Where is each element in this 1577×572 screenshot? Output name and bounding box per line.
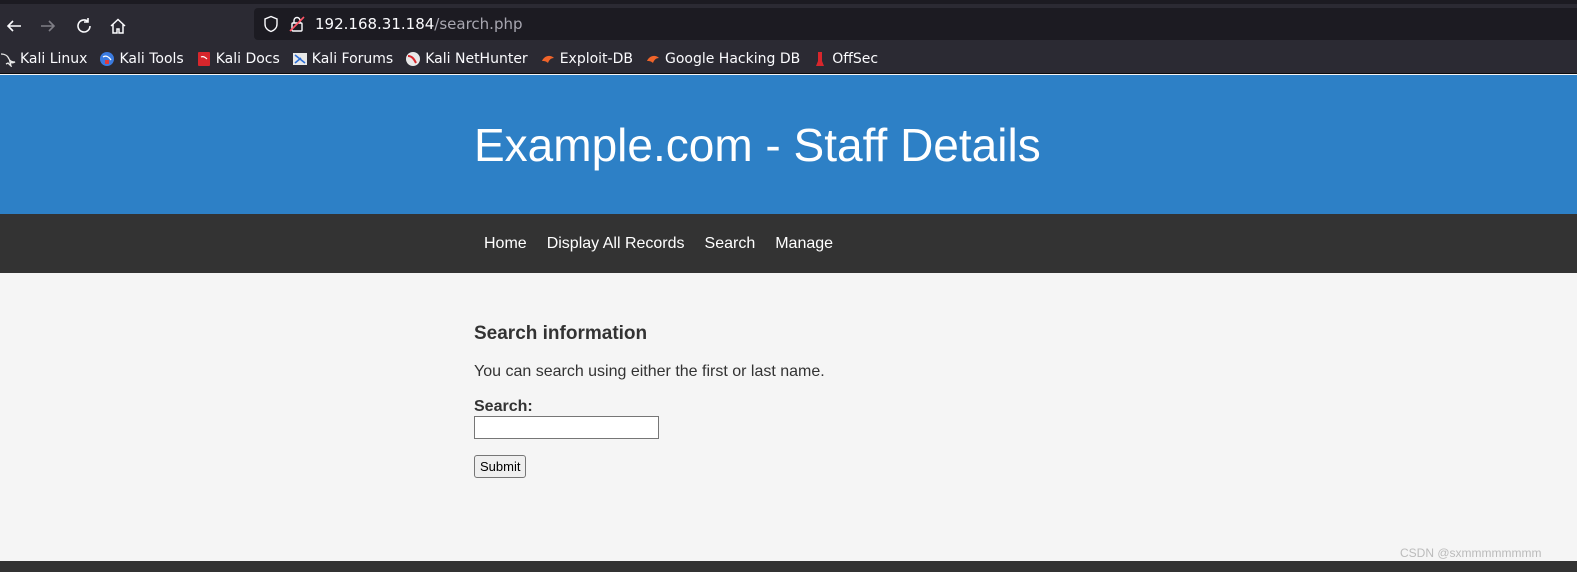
url-bar[interactable]: 192.168.31.184/search.php: [254, 8, 1577, 40]
forward-arrow-icon: [41, 20, 56, 32]
bookmark-offsec[interactable]: OffSec: [812, 51, 878, 67]
url-text[interactable]: 192.168.31.184/search.php: [315, 15, 523, 33]
exploit-db-icon: [540, 51, 556, 67]
section-heading: Search information: [474, 323, 648, 344]
kali-nethunter-icon: [405, 51, 421, 67]
nav-display-all-records[interactable]: Display All Records: [537, 235, 695, 253]
insecure-lock-icon[interactable]: [288, 15, 306, 33]
browser-toolbar: 192.168.31.184/search.php: [0, 0, 1577, 44]
kali-docs-icon: [196, 51, 212, 67]
ghdb-icon: [645, 51, 661, 67]
offsec-icon: [812, 51, 828, 67]
submit-button[interactable]: Submit: [474, 455, 527, 478]
search-intro: You can search using either the first or…: [474, 363, 825, 380]
search-input[interactable]: [474, 416, 659, 439]
nav-search[interactable]: Search: [695, 235, 766, 253]
back-button[interactable]: [0, 12, 28, 40]
bookmarks-bar: Kali Linux Kali Tools Kali Docs Kali For…: [0, 44, 1577, 74]
kali-tools-icon: [99, 51, 115, 67]
nav-manage[interactable]: Manage: [765, 235, 843, 253]
bookmark-kali-forums[interactable]: Kali Forums: [292, 51, 393, 67]
kali-forums-icon: [292, 51, 308, 67]
watermark: CSDN @sxmmmmmmmm: [1400, 546, 1542, 560]
forward-button[interactable]: [34, 12, 62, 40]
reload-button[interactable]: [70, 12, 98, 40]
home-button[interactable]: [104, 12, 132, 40]
kali-dragon-icon: [0, 51, 16, 67]
back-arrow-icon: [6, 20, 21, 32]
bookmark-google-hacking-db[interactable]: Google Hacking DB: [645, 51, 800, 67]
bookmark-kali-docs[interactable]: Kali Docs: [196, 51, 280, 67]
search-content: Search information You can search using …: [474, 320, 1174, 478]
bookmark-kali-nethunter[interactable]: Kali NetHunter: [405, 51, 528, 67]
bookmark-kali-linux[interactable]: Kali Linux: [0, 51, 87, 67]
page-header: Example.com - Staff Details: [0, 75, 1577, 214]
bookmark-kali-tools[interactable]: Kali Tools: [99, 51, 184, 67]
page-title: Example.com - Staff Details: [474, 119, 1041, 171]
url-path: /search.php: [434, 15, 523, 33]
bookmark-exploit-db[interactable]: Exploit-DB: [540, 51, 633, 67]
shield-icon[interactable]: [262, 15, 280, 33]
search-label: Search:: [474, 398, 533, 415]
page-footer: [0, 561, 1577, 572]
nav-home[interactable]: Home: [474, 235, 537, 253]
page-nav: Home Display All Records Search Manage: [0, 214, 1577, 273]
reload-icon: [77, 18, 91, 33]
home-icon: [110, 18, 126, 34]
url-host: 192.168.31.184: [315, 15, 435, 33]
nav-list: Home Display All Records Search Manage: [474, 214, 843, 273]
